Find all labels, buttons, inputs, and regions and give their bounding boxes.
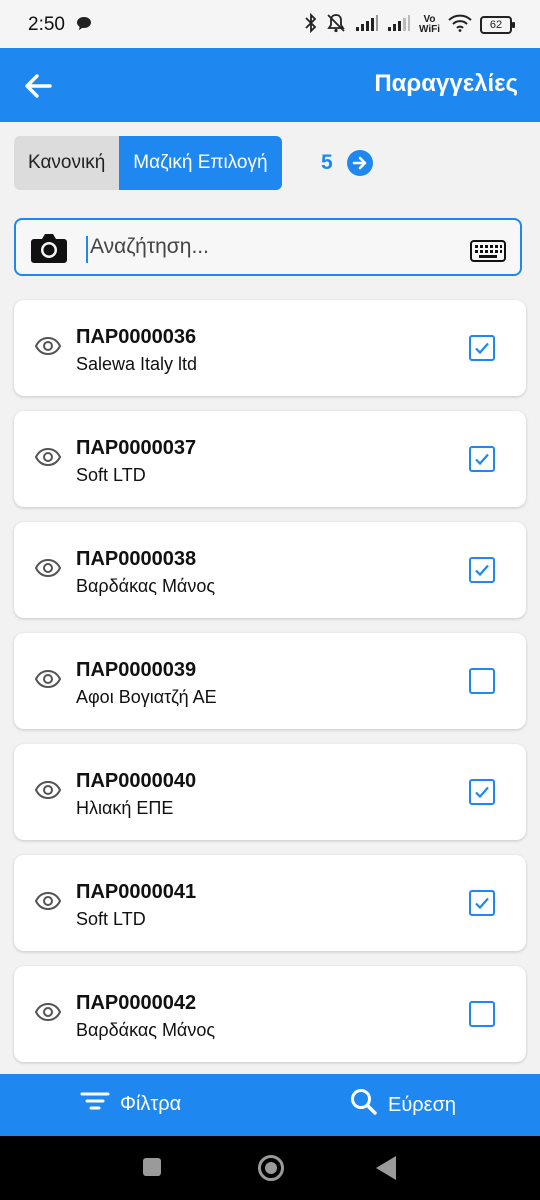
list-item[interactable]: ΠΑΡ0000036 Salewa Italy ltd <box>14 300 526 396</box>
eye-icon[interactable] <box>34 447 62 472</box>
bluetooth-icon <box>305 12 317 38</box>
chat-icon <box>76 16 92 37</box>
mute-icon <box>325 13 347 38</box>
checkbox-unchecked[interactable] <box>469 1001 495 1027</box>
eye-icon[interactable] <box>34 558 62 583</box>
app-bar: Παραγγελίες <box>0 48 540 122</box>
search-input[interactable] <box>88 228 470 266</box>
order-code: ΠΑΡ0000039 <box>76 659 197 681</box>
wifi-icon <box>448 14 472 37</box>
list-item[interactable]: ΠΑΡ0000038 Βαρδάκας Μάνος <box>14 522 526 618</box>
eye-icon[interactable] <box>34 1002 62 1027</box>
keyboard-icon[interactable] <box>470 240 506 267</box>
customer-name: Ηλιακή ΕΠΕ <box>76 798 174 818</box>
selected-count: 5 <box>321 151 333 174</box>
search-icon <box>350 1088 378 1122</box>
eye-icon[interactable] <box>34 669 62 694</box>
list-item[interactable]: ΠΑΡ0000039 Αφοι Βογιατζή ΑΕ <box>14 633 526 729</box>
filter-button[interactable]: Φίλτρα <box>80 1090 181 1118</box>
recents-icon[interactable] <box>143 1158 161 1176</box>
page-title: Παραγγελίες <box>374 70 518 97</box>
system-nav-bar <box>0 1136 540 1200</box>
mode-option-normal[interactable]: Κανονική <box>14 136 120 190</box>
customer-name: Αφοι Βογιατζή ΑΕ <box>76 687 217 707</box>
checkbox-unchecked[interactable] <box>469 668 495 694</box>
bottom-action-bar: Φίλτρα Εύρεση <box>0 1074 540 1136</box>
signal-icon <box>355 14 379 37</box>
list-item[interactable]: ΠΑΡ0000042 Βαρδάκας Μάνος <box>14 966 526 1062</box>
search-bar <box>14 218 522 276</box>
mode-toggle: Κανονική Μαζική Επιλογή <box>14 136 282 190</box>
status-icons: Vo WiFi 62 <box>305 12 515 38</box>
customer-name: Soft LTD <box>76 909 146 929</box>
order-code: ΠΑΡ0000038 <box>76 548 197 570</box>
eye-icon[interactable] <box>34 891 62 916</box>
back-triangle-icon[interactable] <box>376 1156 396 1180</box>
list-item[interactable]: ΠΑΡ0000041 Soft LTD <box>14 855 526 951</box>
status-bar: 2:50 Vo WiFi 62 <box>0 0 540 48</box>
home-icon[interactable] <box>258 1155 284 1181</box>
order-list: ΠΑΡ0000036 Salewa Italy ltd ΠΑΡ0000037 S… <box>14 300 526 1077</box>
customer-name: Βαρδάκας Μάνος <box>76 1020 216 1040</box>
battery-icon: 62 <box>480 16 515 34</box>
order-code: ΠΑΡ0000037 <box>76 437 197 459</box>
checkbox-checked[interactable] <box>469 890 495 916</box>
arrow-right-circle-icon[interactable] <box>347 150 373 176</box>
checkbox-checked[interactable] <box>469 446 495 472</box>
status-time: 2:50 <box>28 14 65 35</box>
order-code: ΠΑΡ0000042 <box>76 992 197 1014</box>
order-code: ΠΑΡ0000041 <box>76 881 197 903</box>
filter-button-label: Φίλτρα <box>120 1092 182 1115</box>
customer-name: Salewa Italy ltd <box>76 354 198 374</box>
eye-icon[interactable] <box>34 780 62 805</box>
vowifi-indicator: Vo WiFi <box>419 15 440 35</box>
customer-name: Βαρδάκας Μάνος <box>76 576 216 596</box>
checkbox-checked[interactable] <box>469 557 495 583</box>
vowifi-label-bottom: WiFi <box>418 24 440 35</box>
order-code: ΠΑΡ0000036 <box>76 326 197 348</box>
filter-icon <box>80 1090 110 1118</box>
list-item[interactable]: ΠΑΡ0000037 Soft LTD <box>14 411 526 507</box>
find-button-label: Εύρεση <box>388 1093 457 1116</box>
list-item[interactable]: ΠΑΡ0000040 Ηλιακή ΕΠΕ <box>14 744 526 840</box>
order-code: ΠΑΡ0000040 <box>76 770 197 792</box>
arrow-left-icon[interactable] <box>20 68 56 104</box>
eye-icon[interactable] <box>34 336 62 361</box>
checkbox-checked[interactable] <box>469 779 495 805</box>
signal-icon <box>387 14 411 37</box>
mode-option-bulk-select[interactable]: Μαζική Επιλογή <box>119 136 282 190</box>
camera-icon[interactable] <box>30 232 68 269</box>
checkbox-checked[interactable] <box>469 335 495 361</box>
find-button[interactable]: Εύρεση <box>350 1088 456 1122</box>
customer-name: Soft LTD <box>76 465 146 485</box>
